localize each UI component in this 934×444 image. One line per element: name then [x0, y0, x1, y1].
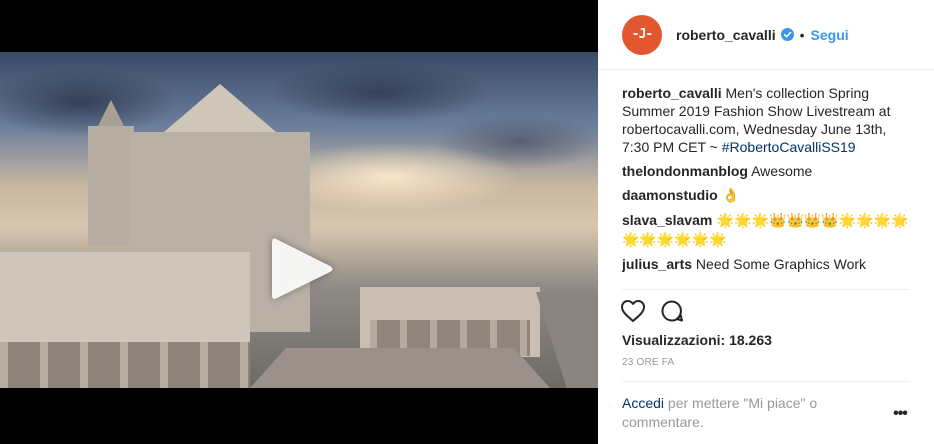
- post-header: -J- roberto_cavalli • Segui: [598, 0, 934, 70]
- divider: [622, 289, 910, 290]
- login-link[interactable]: Accedi: [622, 395, 664, 411]
- list-item: julius_arts Need Some Graphics Work: [622, 255, 910, 273]
- post-username[interactable]: roberto_cavalli: [676, 27, 776, 43]
- list-item: daamonstudio 👌: [622, 186, 910, 205]
- separator-dot: •: [799, 26, 805, 43]
- bell-tower: [88, 126, 134, 246]
- list-item: thelondonmanblog Awesome: [622, 162, 910, 180]
- follow-button[interactable]: Segui: [811, 27, 849, 43]
- avatar[interactable]: -J-: [622, 14, 662, 55]
- comment-text: 👌: [717, 188, 740, 204]
- comment-username[interactable]: thelondonmanblog: [622, 163, 748, 179]
- post-panel: -J- roberto_cavalli • Segui roberto_cava…: [598, 0, 934, 444]
- play-icon[interactable]: [270, 235, 334, 303]
- comment-text: Need Some Graphics Work: [692, 256, 867, 272]
- comment-text: Awesome: [747, 163, 813, 179]
- heart-icon[interactable]: [620, 299, 646, 323]
- comment-username[interactable]: daamonstudio: [622, 187, 718, 203]
- caption-hashtag[interactable]: #RobertoCavalliSS19: [722, 139, 856, 155]
- media-area: [0, 0, 598, 444]
- divider: [622, 381, 910, 382]
- caption: roberto_cavalli Men's collection Spring …: [622, 84, 910, 156]
- verified-badge-icon: [780, 28, 794, 41]
- comment-icon[interactable]: [660, 299, 684, 323]
- comment-username[interactable]: julius_arts: [622, 256, 692, 272]
- courtyard: [250, 348, 550, 388]
- avatar-logo: -J-: [631, 27, 653, 42]
- list-item: slava_slavam 🌟🌟🌟👑👑👑👑🌟🌟🌟🌟🌟🌟🌟🌟🌟🌟: [622, 211, 910, 249]
- caption-username[interactable]: roberto_cavalli: [622, 85, 722, 101]
- more-options-icon[interactable]: •••: [890, 406, 910, 428]
- comment-username[interactable]: slava_slavam: [622, 212, 712, 228]
- action-bar: [620, 298, 684, 324]
- video-player[interactable]: [0, 52, 598, 388]
- views-count: Visualizzazioni: 18.263: [622, 332, 772, 348]
- login-prompt: Accedi per mettere "Mi piace" o commenta…: [622, 394, 852, 432]
- comments-list[interactable]: roberto_cavalli Men's collection Spring …: [622, 84, 910, 288]
- timestamp[interactable]: 23 ORE FA: [622, 357, 674, 368]
